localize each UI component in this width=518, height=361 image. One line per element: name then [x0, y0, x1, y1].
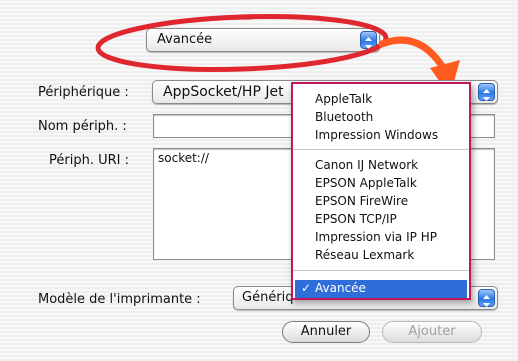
menu-item-avancee-label: Avancée: [315, 281, 366, 295]
model-popup-value: Génériq: [242, 290, 294, 305]
menu-item-canon-ij-network[interactable]: Canon IJ Network: [315, 158, 418, 172]
checkmark-icon: ✓: [301, 281, 312, 295]
menu-separator: [293, 149, 469, 150]
menu-item-epson-firewire[interactable]: EPSON FireWire: [315, 194, 408, 208]
menu-item-avancee[interactable]: ✓ Avancée: [295, 280, 467, 298]
menu-item-impression-via-ip-hp[interactable]: Impression via IP HP: [315, 230, 437, 244]
chevron-updown-icon: [478, 83, 495, 101]
menu-item-epson-tcpip[interactable]: EPSON TCP/IP: [315, 212, 397, 226]
chevron-updown-icon: [478, 289, 495, 307]
device-menu: AppleTalk Bluetooth Impression Windows C…: [291, 82, 471, 300]
cancel-button[interactable]: Annuler: [282, 321, 370, 343]
device-popup-value: AppSocket/HP Jet: [163, 84, 284, 100]
menu-item-reseau-lexmark[interactable]: Réseau Lexmark: [315, 248, 414, 262]
menu-separator: [293, 270, 469, 271]
uri-label: Périph. URI :: [49, 153, 129, 168]
highlight-ellipse-annotation: [95, 14, 389, 72]
menu-item-impression-windows[interactable]: Impression Windows: [315, 128, 438, 142]
menu-item-appletalk[interactable]: AppleTalk: [315, 92, 372, 106]
model-label: Modèle de l'imprimante :: [38, 292, 201, 307]
device-label: Périphérique :: [38, 85, 129, 100]
menu-item-bluetooth[interactable]: Bluetooth: [315, 110, 373, 124]
menu-item-epson-appletalk[interactable]: EPSON AppleTalk: [315, 176, 417, 190]
add-button[interactable]: Ajouter: [382, 321, 482, 343]
uri-value: socket://: [158, 151, 209, 165]
name-label: Nom périph. :: [38, 119, 127, 134]
